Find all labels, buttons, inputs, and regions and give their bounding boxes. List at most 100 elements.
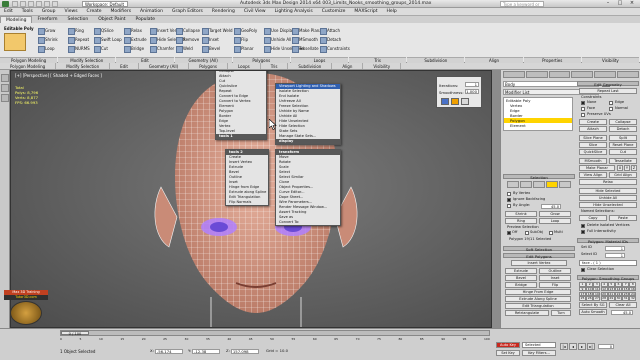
edit-geometry-header[interactable]: Edit Geometry	[577, 81, 639, 87]
project-folder-icon[interactable]	[52, 1, 58, 7]
material-ids-header[interactable]: Polygon: Material IDs	[577, 238, 639, 244]
tab-modeling[interactable]: Modeling	[0, 16, 33, 23]
panel-subdivision[interactable]: Subdivision	[288, 63, 333, 69]
ribbon-geopoly-button[interactable]: GeoPoly	[232, 26, 260, 35]
current-frame-field[interactable]: 0	[598, 344, 614, 349]
panel-tris[interactable]: Tris	[261, 63, 289, 69]
create-tab-icon[interactable]	[503, 71, 525, 78]
hide-selected-button[interactable]: Hide Selected	[579, 188, 637, 194]
relax-button[interactable]: Relax	[579, 179, 637, 185]
menu-graph-editors[interactable]: Graph Editors	[172, 8, 203, 15]
menu-rendering[interactable]: Rendering	[212, 8, 235, 15]
ribbon-remove-button[interactable]: Remove	[174, 35, 202, 44]
cancel-icon[interactable]	[461, 98, 469, 105]
ribbon-nurms-button[interactable]: NURMS	[66, 44, 93, 53]
create-button[interactable]: Create	[579, 119, 607, 125]
clear-all-button[interactable]: Clear All	[609, 302, 637, 308]
slice-plane-button[interactable]: Slice Plane	[579, 135, 607, 141]
set-key-button[interactable]: Set Key	[496, 350, 520, 356]
close-icon[interactable]: ×	[626, 0, 638, 7]
menu-lighting-analysis[interactable]: Lighting Analysis	[275, 8, 313, 15]
ribbon-weld-button[interactable]: Weld	[174, 44, 196, 53]
flip-button[interactable]: Flip	[539, 282, 571, 288]
select-tool-icon[interactable]	[1, 74, 9, 82]
smoothing-group-button[interactable]: 28	[600, 296, 608, 301]
perspective-viewport[interactable]: [+] [Perspective] [ Shaded + Edged Faces…	[10, 70, 492, 328]
element-mode-icon[interactable]	[559, 181, 571, 188]
ribbon-loop-button[interactable]: Loop	[36, 44, 58, 53]
vertex-mode-icon[interactable]	[507, 181, 519, 188]
modify-tab-icon[interactable]	[525, 71, 548, 78]
polygon-mode-icon[interactable]	[546, 181, 558, 188]
msmooth-button[interactable]: MSmooth	[579, 158, 607, 164]
menu-views[interactable]: Views	[65, 8, 78, 15]
apply-icon[interactable]	[451, 98, 459, 105]
preview-multi-radio[interactable]	[549, 231, 553, 235]
next-frame-icon[interactable]: ▸|	[587, 343, 595, 350]
time-slider[interactable]: 0 / 100	[60, 330, 490, 336]
preview-off-radio[interactable]	[507, 231, 511, 235]
move-tool-icon[interactable]	[1, 84, 9, 92]
preview-subobj-radio[interactable]	[525, 231, 529, 235]
auto-key-button[interactable]: Auto Key	[496, 342, 520, 348]
menu-tools[interactable]: Tools	[22, 8, 33, 15]
workspace-dropdown[interactable]: Workspace: Default	[82, 1, 128, 7]
make-planar-button[interactable]: Make Planar	[579, 165, 615, 171]
panel-polygons[interactable]: Polygons	[189, 63, 229, 69]
prev-frame-icon[interactable]: ◂	[569, 343, 577, 350]
edit-polygons-header[interactable]: Edit Polygons	[503, 253, 575, 259]
tab-selection[interactable]: Selection	[63, 16, 94, 23]
redo-icon[interactable]	[44, 1, 50, 7]
extrude-along-spline-button[interactable]: Extrude Along Spline	[505, 296, 571, 302]
tab-object-paint[interactable]: Object Paint	[93, 16, 130, 23]
outline-button[interactable]: Outline	[539, 268, 571, 274]
rotate-tool-icon[interactable]	[1, 94, 9, 102]
panel-polygon-modeling[interactable]: Polygon Modeling	[0, 63, 57, 69]
bridge-button[interactable]: Bridge	[505, 282, 537, 288]
repeat-last-button[interactable]: Repeat Last	[579, 88, 637, 94]
ring-button[interactable]: Ring	[505, 218, 537, 224]
ribbon-grow-button[interactable]: Grow	[36, 26, 58, 35]
constraint-normal-radio[interactable]	[609, 107, 613, 111]
edge-mode-icon[interactable]	[520, 181, 532, 188]
ribbon-repeat-button[interactable]: Repeat	[66, 35, 92, 44]
menu-create[interactable]: Create	[87, 8, 102, 15]
smoothing-group-button[interactable]: 27	[593, 296, 601, 301]
menu-maxscript[interactable]: MAXScript	[354, 8, 377, 15]
motion-tab-icon[interactable]	[571, 71, 594, 78]
selection-header[interactable]: Selection	[503, 174, 575, 180]
constraint-edge-radio[interactable]	[609, 101, 613, 105]
planar-x-button[interactable]: X	[617, 165, 623, 171]
full-interactivity-checkbox[interactable]	[581, 230, 585, 234]
ribbon-collapse-button[interactable]: Collapse	[174, 26, 203, 35]
menu-animation[interactable]: Animation	[140, 8, 163, 15]
smoothing-group-button[interactable]: 30	[615, 296, 622, 301]
attach-button[interactable]: Attach	[579, 126, 607, 132]
app-logo-icon[interactable]	[2, 1, 9, 7]
editable-poly-icon[interactable]	[4, 33, 26, 51]
menu-group[interactable]: Group	[42, 8, 56, 15]
auto-smooth-button[interactable]: Auto Smooth	[579, 309, 607, 315]
clear-selection-checkbox[interactable]	[581, 268, 585, 272]
copy-button[interactable]: Copy	[579, 215, 607, 221]
hinge-from-edge-button[interactable]: Hinge From Edge	[505, 289, 571, 295]
play-icon[interactable]: ▸	[578, 343, 586, 350]
soft-selection-header[interactable]: Soft Selection	[503, 246, 575, 252]
reset-plane-button[interactable]: Reset Plane	[609, 142, 637, 148]
by-angle-checkbox[interactable]	[507, 204, 511, 208]
hide-unselected-button[interactable]: Hide Unselected	[579, 202, 637, 208]
ribbon-tessellate-button[interactable]: Tessellate	[290, 44, 322, 53]
quad-item-flip-normals[interactable]: Flip Normals	[226, 200, 268, 205]
ribbon-msmooth-button[interactable]: MSmooth	[290, 35, 321, 44]
grid-align-button[interactable]: Grid Align	[609, 172, 637, 178]
maximize-icon[interactable]: □	[614, 0, 626, 7]
panel-visibility[interactable]: Visibility	[363, 63, 402, 69]
z-field[interactable]: 157.098	[230, 348, 259, 354]
go-to-start-icon[interactable]: |◂	[560, 343, 568, 350]
tessellate-button[interactable]: Tessellate	[609, 158, 637, 164]
x-field[interactable]: -56.174	[154, 348, 183, 354]
paste-button[interactable]: Paste	[609, 215, 637, 221]
ribbon-qslice-button[interactable]: QSlice	[92, 26, 117, 35]
tab-populate[interactable]: Populate	[131, 16, 161, 23]
panel-edit[interactable]: Edit	[110, 63, 139, 69]
